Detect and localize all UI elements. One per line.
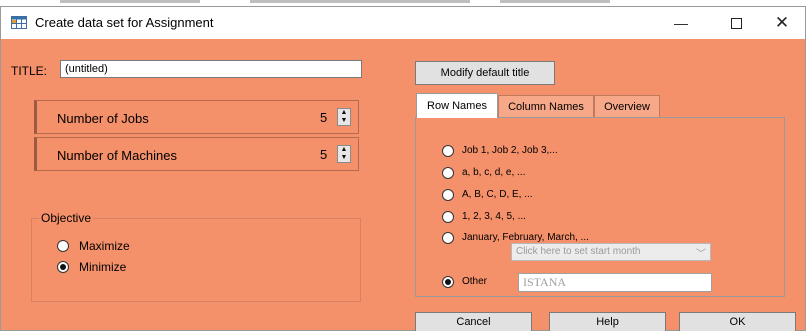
close-button[interactable]: ✕ xyxy=(759,7,805,39)
row-option-radio[interactable] xyxy=(442,232,454,244)
row-option-label[interactable]: a, b, c, d, e, ... xyxy=(462,167,525,178)
help-button[interactable]: Help xyxy=(549,312,666,331)
machines-label: Number of Machines xyxy=(57,148,177,163)
start-month-select[interactable]: Click here to set start month ﹀ xyxy=(511,243,711,261)
title-label: TITLE: xyxy=(11,64,48,78)
close-icon: ✕ xyxy=(774,13,790,32)
other-name-input[interactable] xyxy=(518,273,712,292)
minimize-icon: — xyxy=(674,15,688,31)
minimize-radio[interactable] xyxy=(57,261,69,273)
row-option-label[interactable]: A, B, C, D, E, ... xyxy=(462,189,533,200)
dialog-window: Create data set for Assignment — ✕ TITLE… xyxy=(0,6,806,331)
maximize-icon xyxy=(730,17,742,29)
jobs-value[interactable]: 5 xyxy=(320,110,327,125)
tab-column-names[interactable]: Column Names xyxy=(498,95,594,117)
window-title: Create data set for Assignment xyxy=(35,15,214,30)
row-option-other-radio[interactable] xyxy=(442,276,454,288)
jobs-label: Number of Jobs xyxy=(57,111,149,126)
background-text-fragment xyxy=(250,0,470,3)
chevron-down-icon: ﹀ xyxy=(696,249,706,260)
maximize-label[interactable]: Maximize xyxy=(79,239,130,253)
spinner-down-icon[interactable]: ▼ xyxy=(338,117,350,125)
dialog-body: TITLE: Number of Jobs 5 ▲ ▼ Number of Ma… xyxy=(1,39,805,331)
jobs-row: Number of Jobs 5 ▲ ▼ xyxy=(34,100,359,134)
background-text-fragment xyxy=(60,0,200,3)
jobs-spinner[interactable]: ▲ ▼ xyxy=(337,108,351,126)
row-option-radio[interactable] xyxy=(442,189,454,201)
background-text-fragment xyxy=(500,0,610,3)
spinner-up-icon[interactable]: ▲ xyxy=(338,109,350,117)
row-option-other-label[interactable]: Other xyxy=(462,276,487,287)
tab-row-names[interactable]: Row Names xyxy=(416,93,498,118)
objective-label: Objective xyxy=(39,211,94,225)
table-icon xyxy=(11,15,27,29)
row-option-label[interactable]: 1, 2, 3, 4, 5, ... xyxy=(462,211,526,222)
row-names-panel xyxy=(415,117,785,297)
ok-button[interactable]: OK xyxy=(679,312,796,331)
machines-value[interactable]: 5 xyxy=(320,147,327,162)
spinner-down-icon[interactable]: ▼ xyxy=(338,154,350,162)
spinner-up-icon[interactable]: ▲ xyxy=(338,146,350,154)
minimize-label[interactable]: Minimize xyxy=(79,260,126,274)
machines-spinner[interactable]: ▲ ▼ xyxy=(337,145,351,163)
title-bar[interactable]: Create data set for Assignment — ✕ xyxy=(1,7,805,39)
row-option-label[interactable]: January, February, March, ... xyxy=(462,232,589,243)
maximize-button[interactable] xyxy=(713,7,759,39)
cancel-button[interactable]: Cancel xyxy=(415,312,532,331)
row-option-radio[interactable] xyxy=(442,211,454,223)
modify-default-title-button[interactable]: Modify default title xyxy=(415,61,555,85)
minimize-button[interactable]: — xyxy=(658,7,704,39)
row-option-radio[interactable] xyxy=(442,167,454,179)
row-option-radio[interactable] xyxy=(442,145,454,157)
machines-row: Number of Machines 5 ▲ ▼ xyxy=(34,137,359,171)
start-month-placeholder: Click here to set start month xyxy=(516,246,641,257)
tab-overview[interactable]: Overview xyxy=(594,95,660,117)
row-option-label[interactable]: Job 1, Job 2, Job 3,... xyxy=(462,145,558,156)
maximize-radio[interactable] xyxy=(57,240,69,252)
title-input[interactable] xyxy=(60,60,362,78)
